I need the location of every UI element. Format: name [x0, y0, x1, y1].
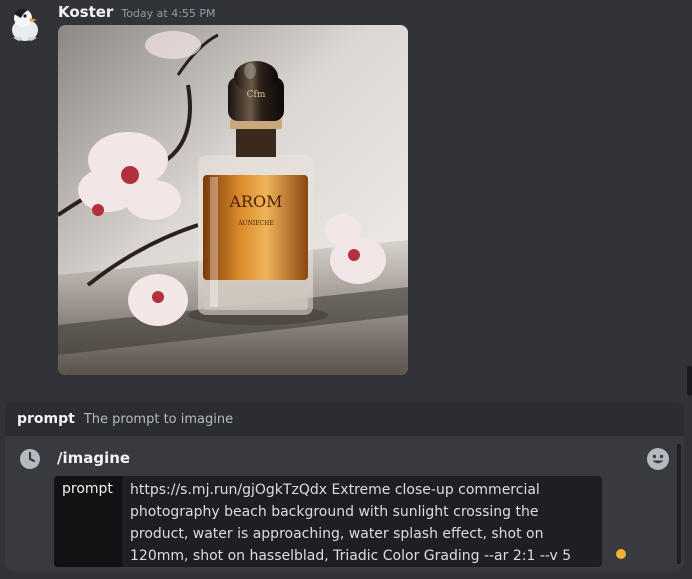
- discord-chat-window: Koster Today at 4:55 PM Cfm AROM AUNIECH…: [0, 0, 692, 579]
- image-attachment[interactable]: Cfm AROM AUNIECHE: [58, 25, 408, 375]
- cap-text: Cfm: [247, 90, 266, 100]
- option-hint-name: prompt: [17, 411, 75, 427]
- user-avatar[interactable]: [6, 4, 44, 42]
- prompt-input[interactable]: https://s.mj.run/gjOgkTzQdx Extreme clos…: [122, 476, 602, 567]
- chat-message: Koster Today at 4:55 PM Cfm AROM AUNIECH…: [0, 0, 692, 390]
- message-timestamp: Today at 4:55 PM: [121, 7, 216, 20]
- status-dot: [616, 549, 626, 559]
- composer-scrollbar[interactable]: [677, 444, 681, 564]
- option-hint-bar: prompt The prompt to imagine: [5, 402, 684, 436]
- option-label: prompt: [54, 476, 122, 567]
- slash-command-name[interactable]: /imagine: [57, 449, 130, 467]
- bottle-sublabel: AUNIECHE: [237, 220, 274, 227]
- command-option-prompt[interactable]: prompt https://s.mj.run/gjOgkTzQdx Extre…: [54, 476, 602, 567]
- message-composer[interactable]: /imagine prompt https://s.mj.run/gjOgkTz…: [5, 436, 684, 571]
- option-hint-description: The prompt to imagine: [83, 411, 234, 427]
- penguin-avatar-icon: [6, 4, 44, 42]
- perfume-bottle-image: Cfm AROM AUNIECHE: [58, 25, 408, 375]
- message-header: Koster Today at 4:55 PM: [58, 3, 216, 23]
- emoji-icon[interactable]: [646, 447, 670, 471]
- username[interactable]: Koster: [58, 3, 113, 21]
- bottle-label: AROM: [228, 192, 282, 211]
- chat-scrollbar[interactable]: [687, 366, 692, 396]
- clock-icon[interactable]: [19, 448, 41, 470]
